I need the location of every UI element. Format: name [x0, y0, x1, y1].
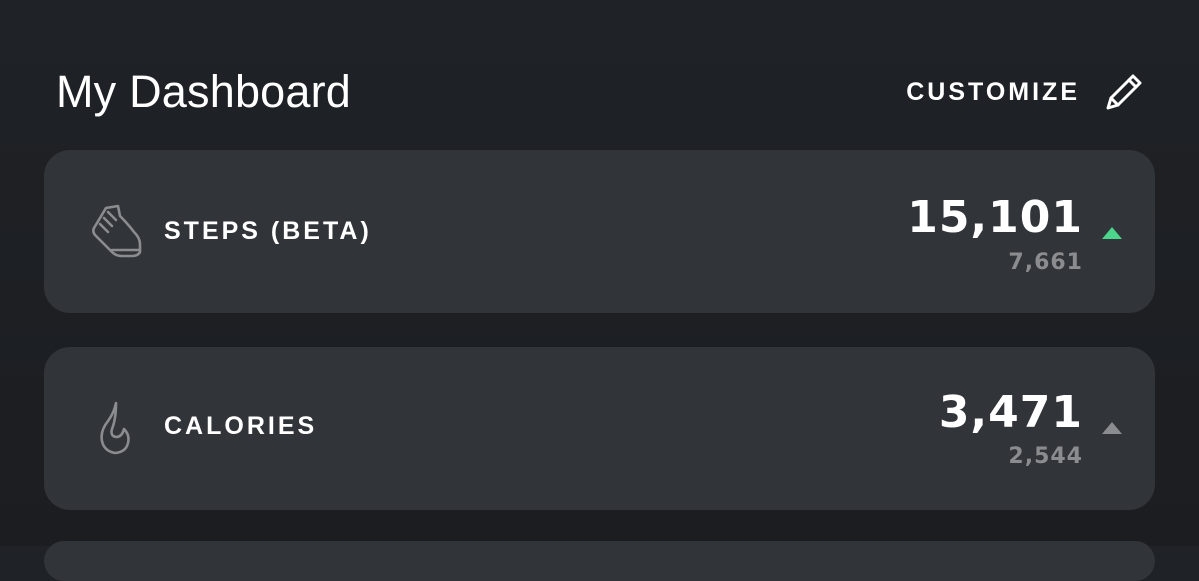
calories-sub-value: 2,544	[1008, 444, 1083, 469]
dashboard-screen: { "header": { "title": "My Dashboard", "…	[0, 0, 1199, 581]
flame-icon	[100, 401, 130, 455]
trend-up-icon	[1102, 227, 1122, 239]
steps-label: STEPS (BETA)	[164, 217, 372, 245]
trend-up-icon	[1102, 422, 1122, 434]
calories-label: CALORIES	[164, 412, 318, 440]
steps-card[interactable]: STEPS (BETA) 15,101 7,661	[44, 150, 1155, 313]
shoe-icon	[92, 204, 142, 258]
pencil-icon	[1106, 74, 1142, 110]
next-card-partial[interactable]	[44, 541, 1155, 581]
calories-card[interactable]: CALORIES 3,471 2,544	[44, 347, 1155, 510]
steps-sub-value: 7,661	[1008, 250, 1083, 275]
calories-value: 3,471	[938, 387, 1083, 438]
customize-button[interactable]: CUSTOMIZE	[906, 70, 1146, 114]
dashboard-header: My Dashboard CUSTOMIZE	[56, 62, 1146, 122]
page-title: My Dashboard	[56, 66, 352, 117]
customize-label: CUSTOMIZE	[906, 77, 1080, 106]
steps-value: 15,101	[907, 192, 1083, 243]
